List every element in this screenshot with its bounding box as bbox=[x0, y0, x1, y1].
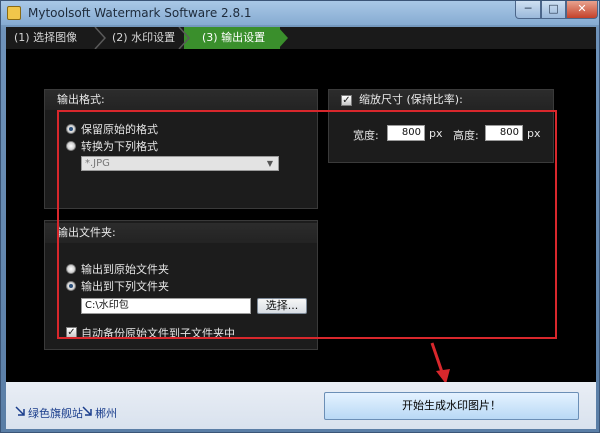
minimize-button[interactable]: ─ bbox=[515, 1, 541, 19]
start-watermark-button[interactable]: 开始生成水印图片！ bbox=[324, 392, 579, 420]
annotation-arrow-icon bbox=[430, 342, 450, 384]
link-arrow-icon bbox=[82, 406, 92, 416]
maximize-button[interactable]: □ bbox=[541, 1, 566, 19]
step-select-images[interactable]: (1) 选择图像 bbox=[14, 27, 77, 49]
step-navigation: (1) 选择图像 (2) 水印设置 (3) 输出设置 bbox=[6, 27, 596, 49]
close-button[interactable]: ✕ bbox=[566, 1, 598, 19]
app-window: Mytoolsoft Watermark Software 2.8.1 ─ □ … bbox=[0, 0, 600, 433]
chenzhou-link[interactable]: 郴州 bbox=[95, 405, 117, 421]
step-output-settings[interactable]: (3) 输出设置 bbox=[202, 27, 265, 49]
window-title: Mytoolsoft Watermark Software 2.8.1 bbox=[28, 6, 252, 20]
title-bar: Mytoolsoft Watermark Software 2.8.1 ─ □ … bbox=[1, 1, 599, 25]
step-watermark-settings[interactable]: (2) 水印设置 bbox=[112, 27, 175, 49]
chevron-right-icon bbox=[278, 27, 288, 49]
annotation-highlight-box bbox=[57, 110, 557, 339]
green-flagship-link[interactable]: 绿色旗舰站 bbox=[28, 405, 83, 421]
chevron-right-icon bbox=[94, 27, 106, 49]
footer-bar: 绿色旗舰站 郴州 开始生成水印图片！ bbox=[6, 382, 596, 429]
settings-panel: 输出格式: 保留原始的格式 转换为下列格式 *.JPG ▼ 输出文件夹: 输出到… bbox=[6, 49, 596, 384]
resize-checkbox[interactable]: ✓ bbox=[341, 95, 352, 106]
app-icon bbox=[7, 6, 21, 20]
chevron-right-icon bbox=[178, 27, 190, 49]
link-arrow-icon bbox=[15, 406, 25, 416]
resize-header: 缩放尺寸 (保持比率): bbox=[329, 90, 553, 110]
output-format-header: 输出格式: bbox=[45, 90, 317, 110]
